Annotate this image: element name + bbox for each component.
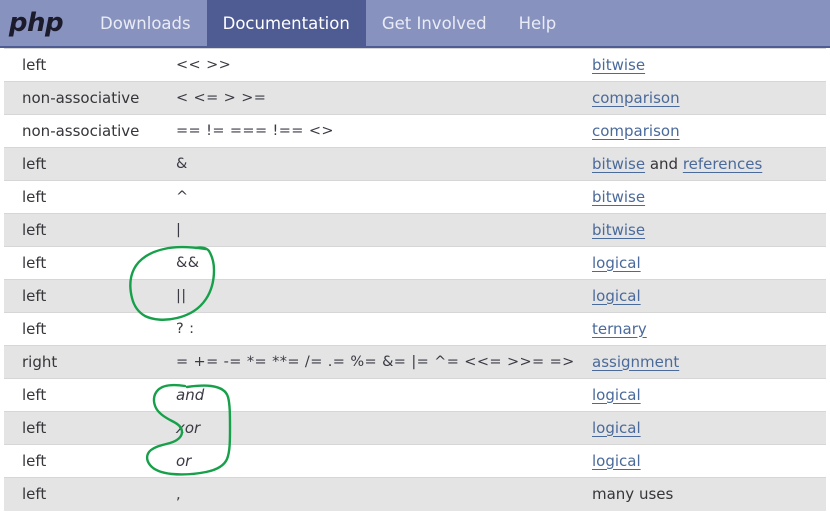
operator-text: or [176, 451, 192, 470]
operator-text: == != === !== <> [176, 123, 334, 140]
cell-additional-information: bitwise [576, 48, 826, 82]
cell-associativity: left [4, 180, 162, 214]
cell-additional-information: logical [576, 279, 826, 313]
operator-text: && [176, 255, 200, 272]
cell-associativity: left [4, 147, 162, 181]
cell-associativity: left [4, 378, 162, 412]
cell-additional-information: logical [576, 411, 826, 445]
link-bitwise[interactable]: bitwise [592, 56, 645, 74]
operator-text: , [176, 486, 182, 503]
link-logical[interactable]: logical [592, 287, 641, 305]
operator-text: xor [176, 418, 201, 437]
cell-additional-information: ternary [576, 312, 826, 346]
table-row: left | bitwise [4, 213, 826, 247]
operator-text: ? : [176, 321, 195, 338]
cell-operators: == != === !== <> [162, 114, 576, 148]
cell-additional-information: many uses [576, 477, 826, 511]
table-row: left << >> bitwise [4, 48, 826, 82]
site-header: php Downloads Documentation Get Involved… [0, 0, 830, 48]
link-comparison[interactable]: comparison [592, 89, 680, 107]
cell-operators: ? : [162, 312, 576, 346]
cell-additional-information: logical [576, 444, 826, 478]
cell-additional-information: logical [576, 246, 826, 280]
operator-text: | [176, 222, 182, 239]
cell-associativity: left [4, 444, 162, 478]
cell-operators: , [162, 477, 576, 511]
php-logo[interactable]: php [0, 0, 72, 46]
cell-operators: ^ [162, 180, 576, 214]
table-row: non-associative < <= > >= comparison [4, 81, 826, 115]
link-assignment[interactable]: assignment [592, 353, 679, 371]
nav-item-downloads[interactable]: Downloads [84, 0, 207, 46]
cell-associativity: left [4, 246, 162, 280]
cell-operators: | [162, 213, 576, 247]
table-row: left or logical [4, 444, 826, 478]
operator-precedence-table: left << >> bitwise non-associative < <= > >=… [4, 48, 826, 511]
operator-text: = += -= *= **= /= .= %= &= |= ^= <<= >>=… [176, 354, 575, 371]
operator-text: ^ [176, 189, 189, 206]
cell-operators: < <= > >= [162, 81, 576, 115]
static-text: and [645, 154, 683, 173]
cell-operators: && [162, 246, 576, 280]
cell-associativity: left [4, 279, 162, 313]
table-row: right = += -= *= **= /= .= %= &= |= ^= <<… [4, 345, 826, 379]
link-logical[interactable]: logical [592, 386, 641, 404]
operator-text: || [176, 288, 187, 305]
link-bitwise[interactable]: bitwise [592, 221, 645, 239]
cell-operators: xor [162, 411, 576, 445]
cell-operators: = += -= *= **= /= .= %= &= |= ^= <<= >>=… [162, 345, 576, 379]
table-row: left ^ bitwise [4, 180, 826, 214]
cell-associativity: right [4, 345, 162, 379]
cell-operators: & [162, 147, 576, 181]
table-row: left xor logical [4, 411, 826, 445]
cell-associativity: left [4, 477, 162, 511]
cell-associativity: non-associative [4, 114, 162, 148]
table-row: left, many uses [4, 477, 826, 511]
operator-text: & [176, 156, 188, 173]
table-row: left ? : ternary [4, 312, 826, 346]
nav-item-get-involved[interactable]: Get Involved [366, 0, 503, 46]
cell-operators: and [162, 378, 576, 412]
cell-associativity: left [4, 411, 162, 445]
link-logical[interactable]: logical [592, 254, 641, 272]
static-text: many uses [592, 484, 674, 503]
link-bitwise[interactable]: bitwise [592, 188, 645, 206]
cell-additional-information: bitwise [576, 213, 826, 247]
link-references[interactable]: references [683, 155, 762, 173]
cell-associativity: left [4, 48, 162, 82]
cell-associativity: left [4, 312, 162, 346]
table-row: left & bitwise and references [4, 147, 826, 181]
cell-additional-information: comparison [576, 114, 826, 148]
operator-precedence-section: left << >> bitwise non-associative < <= > >=… [0, 48, 830, 511]
nav-item-documentation[interactable]: Documentation [206, 0, 366, 46]
link-logical[interactable]: logical [592, 419, 641, 437]
link-ternary[interactable]: ternary [592, 320, 647, 338]
cell-operators: or [162, 444, 576, 478]
link-logical[interactable]: logical [592, 452, 641, 470]
table-row: left and logical [4, 378, 826, 412]
cell-additional-information: comparison [576, 81, 826, 115]
cell-associativity: left [4, 213, 162, 247]
table-row: non-associative == != === !== <> compariso… [4, 114, 826, 148]
link-comparison[interactable]: comparison [592, 122, 680, 140]
link-bitwise[interactable]: bitwise [592, 155, 645, 173]
cell-operators: || [162, 279, 576, 313]
table-row: left && logical [4, 246, 826, 280]
cell-additional-information: assignment [576, 345, 826, 379]
operator-text: < <= > >= [176, 90, 267, 107]
operator-text: and [176, 385, 205, 404]
cell-operators: << >> [162, 48, 576, 82]
nav-item-help[interactable]: Help [503, 0, 573, 46]
cell-additional-information: bitwise [576, 180, 826, 214]
cell-additional-information: bitwise and references [576, 147, 826, 181]
table-row: left || logical [4, 279, 826, 313]
cell-associativity: non-associative [4, 81, 162, 115]
operator-text: << >> [176, 57, 232, 74]
cell-additional-information: logical [576, 378, 826, 412]
